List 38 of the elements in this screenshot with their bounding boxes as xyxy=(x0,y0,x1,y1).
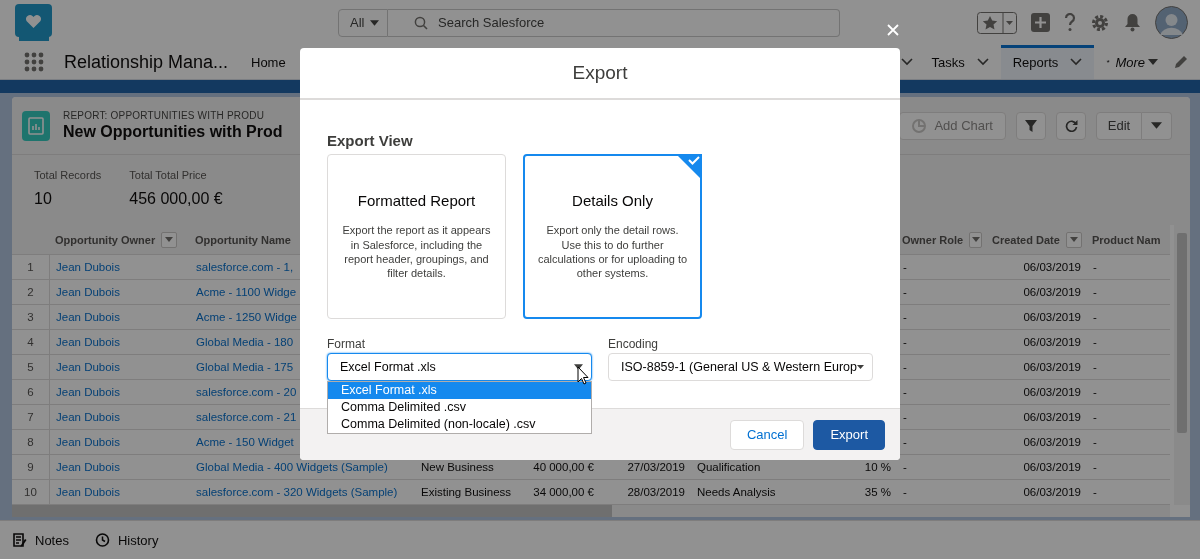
table-cell: - xyxy=(1087,280,1170,305)
table-cell: 06/03/2019 xyxy=(987,405,1087,430)
row-number: 9 xyxy=(12,455,50,480)
table-cell: - xyxy=(1087,405,1170,430)
row-number: 6 xyxy=(12,380,50,405)
app-name: Relationship Mana... xyxy=(64,51,230,73)
table-cell: - xyxy=(1087,305,1170,330)
row-number: 3 xyxy=(12,305,50,330)
table-cell: - xyxy=(1087,380,1170,405)
section-title: Export View xyxy=(327,132,413,149)
report-type-label: REPORT: OPPORTUNITIES WITH PRODU xyxy=(63,110,266,121)
total-label: Total Total Price xyxy=(129,169,208,181)
table-cell: 06/03/2019 xyxy=(987,455,1087,480)
field-label: Format xyxy=(327,337,366,351)
table-cell: 06/03/2019 xyxy=(987,255,1087,280)
table-cell: 06/03/2019 xyxy=(987,280,1087,305)
table-cell: - xyxy=(1087,455,1170,480)
table-cell: - xyxy=(1087,355,1170,380)
row-number: 7 xyxy=(12,405,50,430)
table-cell: 06/03/2019 xyxy=(987,380,1087,405)
report-title: New Opportunities with Prod xyxy=(63,123,283,141)
row-number: 2 xyxy=(12,280,50,305)
row-number: 4 xyxy=(12,330,50,355)
field-label: Encoding xyxy=(608,337,660,351)
total-value: 10 xyxy=(34,190,53,208)
row-number: 1 xyxy=(12,255,50,280)
table-cell: 06/03/2019 xyxy=(987,330,1087,355)
table-cell: 06/03/2019 xyxy=(987,430,1087,455)
table-cell: 06/03/2019 xyxy=(987,305,1087,330)
table-cell: 06/03/2019 xyxy=(987,355,1087,380)
row-number: 5 xyxy=(12,355,50,380)
table-cell: - xyxy=(1087,430,1170,455)
total-value: 456 000,00 € xyxy=(129,190,223,208)
total-label: Total Records xyxy=(34,169,102,181)
table-cell: - xyxy=(1087,330,1170,355)
dialog-title: Export xyxy=(572,62,628,84)
table-cell: - xyxy=(1087,255,1170,280)
row-number: 8 xyxy=(12,430,50,455)
